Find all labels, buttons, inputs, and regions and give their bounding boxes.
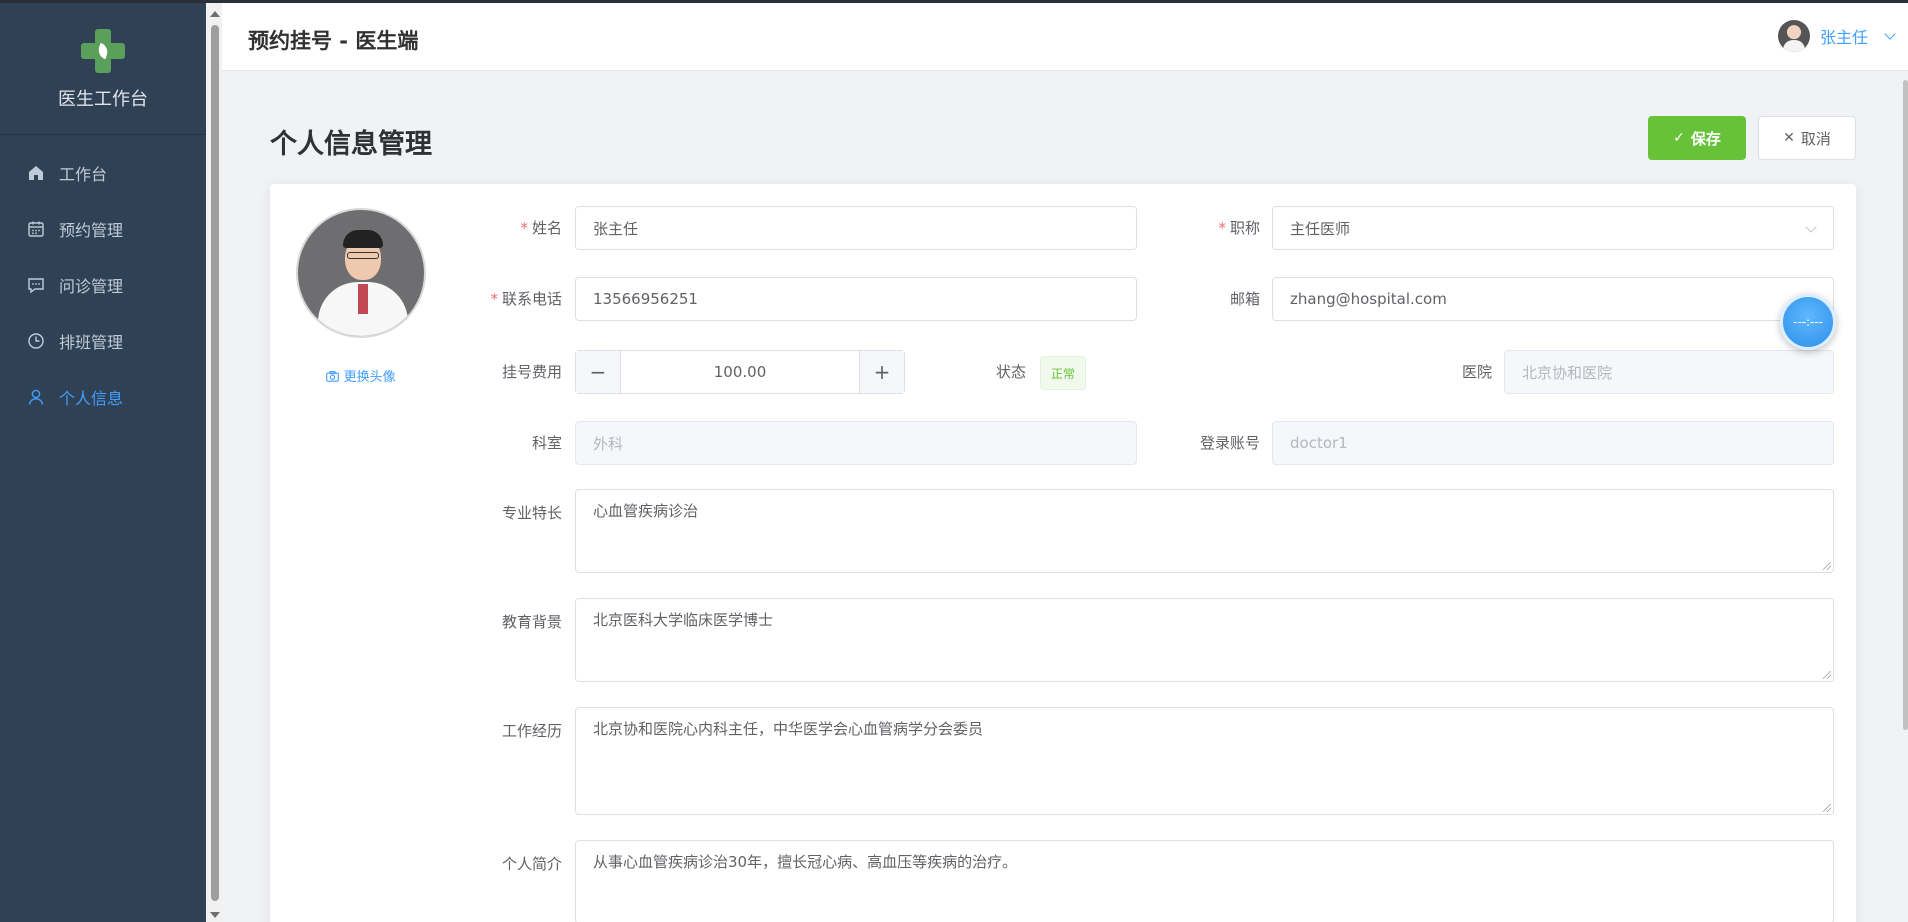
experience-value: 北京协和医院心内科主任，中华医学会心血管病学分会委员 bbox=[593, 720, 984, 738]
top-header: 预约挂号 - 医生端 张主任 bbox=[222, 3, 1908, 71]
cancel-button-label: 取消 bbox=[1800, 129, 1831, 148]
page-title: 个人信息管理 bbox=[270, 129, 432, 160]
chat-icon bbox=[27, 276, 45, 294]
resize-handle[interactable] bbox=[1823, 671, 1831, 679]
save-button[interactable]: ✓ 保存 bbox=[1648, 116, 1746, 160]
education-value: 北京医科大学临床医学博士 bbox=[593, 611, 774, 629]
user-name: 张主任 bbox=[1819, 28, 1868, 47]
sidebar-item-label: 预约管理 bbox=[59, 221, 124, 240]
experience-textarea[interactable]: 北京协和医院心内科主任，中华医学会心血管病学分会委员 bbox=[575, 707, 1834, 815]
experience-label: 工作经历 bbox=[501, 722, 562, 740]
sidebar-item-label: 排班管理 bbox=[59, 333, 124, 352]
avatar bbox=[1777, 20, 1810, 52]
clock-icon bbox=[27, 332, 45, 350]
chevron-down-icon bbox=[1805, 221, 1817, 233]
hospital-value: 北京协和医院 bbox=[1522, 363, 1613, 382]
status-label: 状态 bbox=[995, 363, 1026, 381]
brand-title: 医生工作台 bbox=[58, 89, 148, 110]
title-label: * 职称 bbox=[1218, 219, 1260, 237]
user-menu[interactable]: 张主任 bbox=[1777, 20, 1896, 52]
department-field: 外科 bbox=[575, 421, 1137, 465]
education-label: 教育背景 bbox=[501, 613, 562, 631]
name-label: * 姓名 bbox=[520, 219, 562, 237]
fee-label: 挂号费用 bbox=[501, 363, 562, 381]
sidebar-item-dashboard[interactable]: 工作台 bbox=[0, 145, 206, 201]
user-icon bbox=[27, 388, 45, 406]
profile-avatar bbox=[296, 208, 426, 338]
sidebar-item-label: 个人信息 bbox=[59, 389, 124, 408]
sidebar-item-label: 工作台 bbox=[59, 165, 108, 184]
fee-stepper[interactable]: − 100.00 + bbox=[575, 350, 905, 394]
specialty-textarea[interactable]: 心血管疾病诊治 bbox=[575, 489, 1834, 573]
email-value: zhang@hospital.com bbox=[1290, 290, 1447, 308]
change-avatar-label: 更换头像 bbox=[343, 370, 396, 385]
title-select[interactable]: 主任医师 bbox=[1272, 206, 1834, 250]
phone-field[interactable]: 13566956251 bbox=[575, 277, 1137, 321]
sidebar-brand: 医生工作台 bbox=[0, 3, 206, 135]
bio-textarea[interactable]: 从事心血管疾病诊治30年，擅长冠心病、高血压等疾病的治疗。 bbox=[575, 840, 1834, 922]
fee-value[interactable]: 100.00 bbox=[621, 351, 859, 393]
bio-value: 从事心血管疾病诊治30年，擅长冠心病、高血压等疾病的治疗。 bbox=[593, 853, 1018, 871]
name-value: 张主任 bbox=[593, 219, 639, 238]
header-title: 预约挂号 - 医生端 bbox=[248, 29, 419, 53]
status-badge: 正常 bbox=[1040, 356, 1087, 390]
email-label: 邮箱 bbox=[1229, 290, 1260, 308]
specialty-value: 心血管疾病诊治 bbox=[593, 502, 699, 520]
scroll-up-arrow-icon[interactable] bbox=[210, 11, 220, 17]
sidebar-item-appointments[interactable]: 预约管理 bbox=[0, 201, 206, 257]
home-icon bbox=[27, 164, 45, 182]
hospital-label: 医院 bbox=[1461, 363, 1492, 381]
sidebar-item-label: 问诊管理 bbox=[59, 277, 124, 296]
resize-handle[interactable] bbox=[1823, 804, 1831, 812]
increment-button[interactable]: + bbox=[859, 351, 904, 393]
sidebar: 医生工作台 工作台 预约管理 问诊管理 排班管理 个人信息 bbox=[0, 3, 206, 922]
calendar-icon bbox=[27, 220, 45, 238]
close-icon: ✕ bbox=[1783, 130, 1795, 146]
department-value: 外科 bbox=[593, 434, 624, 453]
chevron-down-icon bbox=[1884, 28, 1896, 40]
title-value: 主任医师 bbox=[1290, 219, 1351, 238]
floating-assistant-button[interactable]: ---:--- bbox=[1780, 294, 1836, 350]
scroll-down-arrow-icon[interactable] bbox=[210, 912, 220, 918]
camera-icon bbox=[326, 370, 343, 385]
resize-handle[interactable] bbox=[1823, 562, 1831, 570]
profile-card: 更换头像 * 姓名 张主任 * 职称 主任医师 * 联系电话 13566956251 … bbox=[270, 184, 1856, 922]
account-field: doctor1 bbox=[1272, 421, 1834, 465]
sidebar-item-consultations[interactable]: 问诊管理 bbox=[0, 257, 206, 313]
phone-value: 13566956251 bbox=[593, 290, 698, 308]
bio-label: 个人简介 bbox=[501, 855, 562, 873]
sidebar-menu: 工作台 预约管理 问诊管理 排班管理 个人信息 bbox=[0, 145, 206, 425]
hospital-field: 北京协和医院 bbox=[1504, 350, 1834, 394]
sidebar-item-profile[interactable]: 个人信息 bbox=[0, 369, 206, 425]
page-scrollbar[interactable] bbox=[1903, 80, 1908, 730]
vertical-scrollbar[interactable] bbox=[207, 3, 222, 922]
account-value: doctor1 bbox=[1290, 434, 1348, 452]
check-icon: ✓ bbox=[1673, 130, 1685, 146]
sidebar-item-schedule[interactable]: 排班管理 bbox=[0, 313, 206, 369]
cancel-button[interactable]: ✕ 取消 bbox=[1758, 116, 1856, 160]
education-textarea[interactable]: 北京医科大学临床医学博士 bbox=[575, 598, 1834, 682]
phone-label: * 联系电话 bbox=[490, 290, 562, 308]
save-button-label: 保存 bbox=[1690, 129, 1721, 148]
name-field[interactable]: 张主任 bbox=[575, 206, 1137, 250]
email-field[interactable]: zhang@hospital.com bbox=[1272, 277, 1834, 321]
department-label: 科室 bbox=[531, 434, 562, 452]
medical-cross-logo-icon bbox=[81, 29, 125, 73]
change-avatar-button[interactable]: 更换头像 bbox=[290, 366, 432, 385]
scrollbar-thumb[interactable] bbox=[211, 25, 219, 901]
specialty-label: 专业特长 bbox=[501, 504, 562, 522]
decrement-button[interactable]: − bbox=[576, 351, 621, 393]
account-label: 登录账号 bbox=[1199, 434, 1260, 452]
